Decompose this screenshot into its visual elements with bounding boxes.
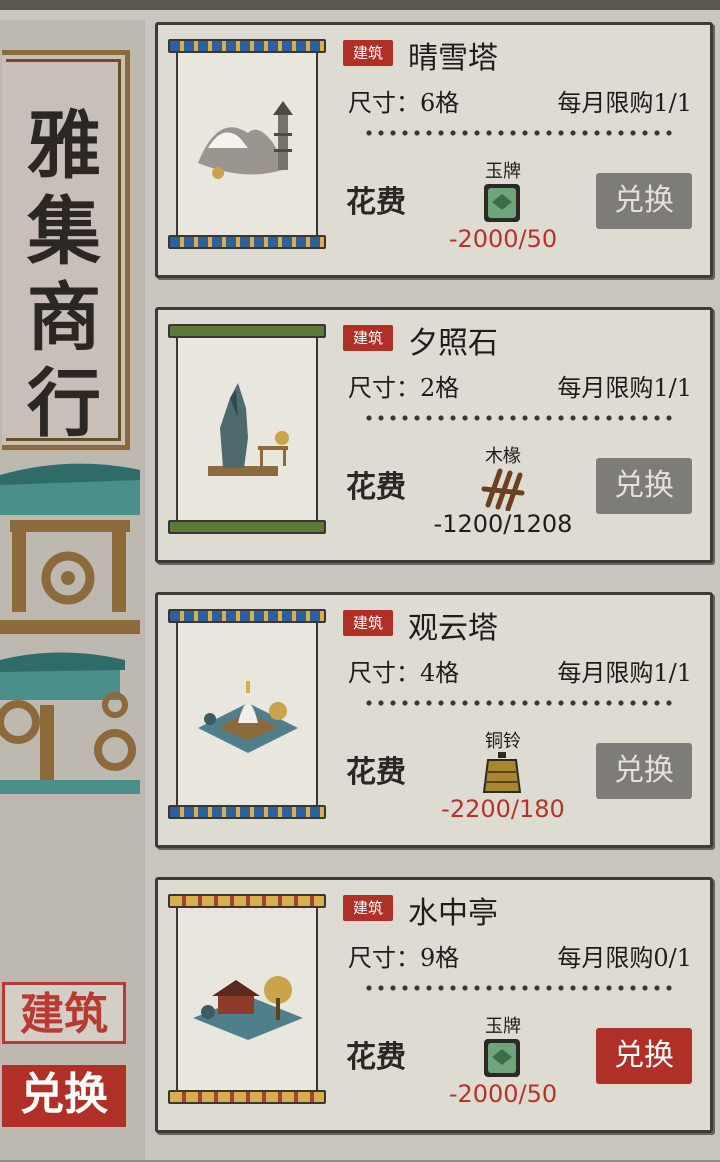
sunset-rock-image <box>208 383 289 476</box>
tab-exchange[interactable]: 兑换 <box>2 1065 126 1127</box>
purchase-limit: 每月限购0/1 <box>557 944 692 972</box>
title-board: 雅集商行 <box>2 50 130 450</box>
cost-label: 花费 <box>346 1040 406 1075</box>
left-panel: 雅集商行 建筑 兑换 <box>0 20 145 1160</box>
building-scroll-image <box>168 324 326 534</box>
jade-token-icon <box>484 1039 520 1077</box>
water-pavilion-image <box>193 976 303 1040</box>
snow-tower-image <box>198 101 293 179</box>
price-text: -2000/50 <box>448 1080 558 1108</box>
cost-label: 花费 <box>346 470 406 505</box>
building-scroll-image <box>168 894 326 1104</box>
tab-build[interactable]: 建筑 <box>2 982 126 1044</box>
category-tag: 建筑 <box>343 40 393 66</box>
redeem-button[interactable]: 兑换 <box>596 743 692 799</box>
price-text: -2000/50 <box>448 225 558 253</box>
dotted-divider <box>363 984 673 992</box>
shop-card: 建筑 夕照石 尺寸：2格 每月限购1/1 花费 木椽 -1200/1208 兑换 <box>155 307 713 563</box>
building-scroll-image <box>168 39 326 249</box>
cost-label: 花费 <box>346 755 406 790</box>
cost-label: 花费 <box>346 185 406 220</box>
price-text: -2200/180 <box>441 795 565 823</box>
building-name: 水中亭 <box>408 896 498 931</box>
building-size: 尺寸：4格 <box>348 659 460 687</box>
redeem-button[interactable]: 兑换 <box>596 1028 692 1084</box>
building-size: 尺寸：9格 <box>348 944 460 972</box>
dotted-divider <box>363 414 673 422</box>
category-tag: 建筑 <box>343 325 393 351</box>
category-tag: 建筑 <box>343 895 393 921</box>
pavilion-decoration <box>0 463 140 794</box>
building-name: 晴雪塔 <box>408 41 498 76</box>
building-name: 观云塔 <box>408 611 498 646</box>
redeem-button[interactable]: 兑换 <box>596 458 692 514</box>
building-name: 夕照石 <box>408 326 498 361</box>
dotted-divider <box>363 699 673 707</box>
shop-card: 建筑 观云塔 尺寸：4格 每月限购1/1 花费 铜铃 -2200/180 兑换 <box>155 592 713 848</box>
bronze-bell-icon <box>482 752 522 793</box>
category-tag: 建筑 <box>343 610 393 636</box>
purchase-limit: 每月限购1/1 <box>557 89 692 117</box>
shop-card: 建筑 晴雪塔 尺寸：6格 每月限购1/1 花费 玉牌 -2000/50 兑换 <box>155 22 713 278</box>
redeem-button[interactable]: 兑换 <box>596 173 692 229</box>
dotted-divider <box>363 129 673 137</box>
purchase-limit: 每月限购1/1 <box>557 659 692 687</box>
price-text: -1200/1208 <box>433 510 573 538</box>
purchase-limit: 每月限购1/1 <box>557 374 692 402</box>
shop-card: 建筑 水中亭 尺寸：9格 每月限购0/1 花费 玉牌 -2000/50 兑换 <box>155 877 713 1133</box>
building-scroll-image <box>168 609 326 819</box>
wooden-rafter-icon <box>481 468 525 511</box>
building-size: 尺寸：6格 <box>348 89 460 117</box>
building-size: 尺寸：2格 <box>348 374 460 402</box>
item-list: 建筑 晴雪塔 尺寸：6格 每月限购1/1 花费 玉牌 -2000/50 兑换 建… <box>155 22 713 1162</box>
jade-token-icon <box>484 184 520 222</box>
cloud-tower-image <box>198 681 298 753</box>
shop-title: 雅集商行 <box>27 103 101 447</box>
